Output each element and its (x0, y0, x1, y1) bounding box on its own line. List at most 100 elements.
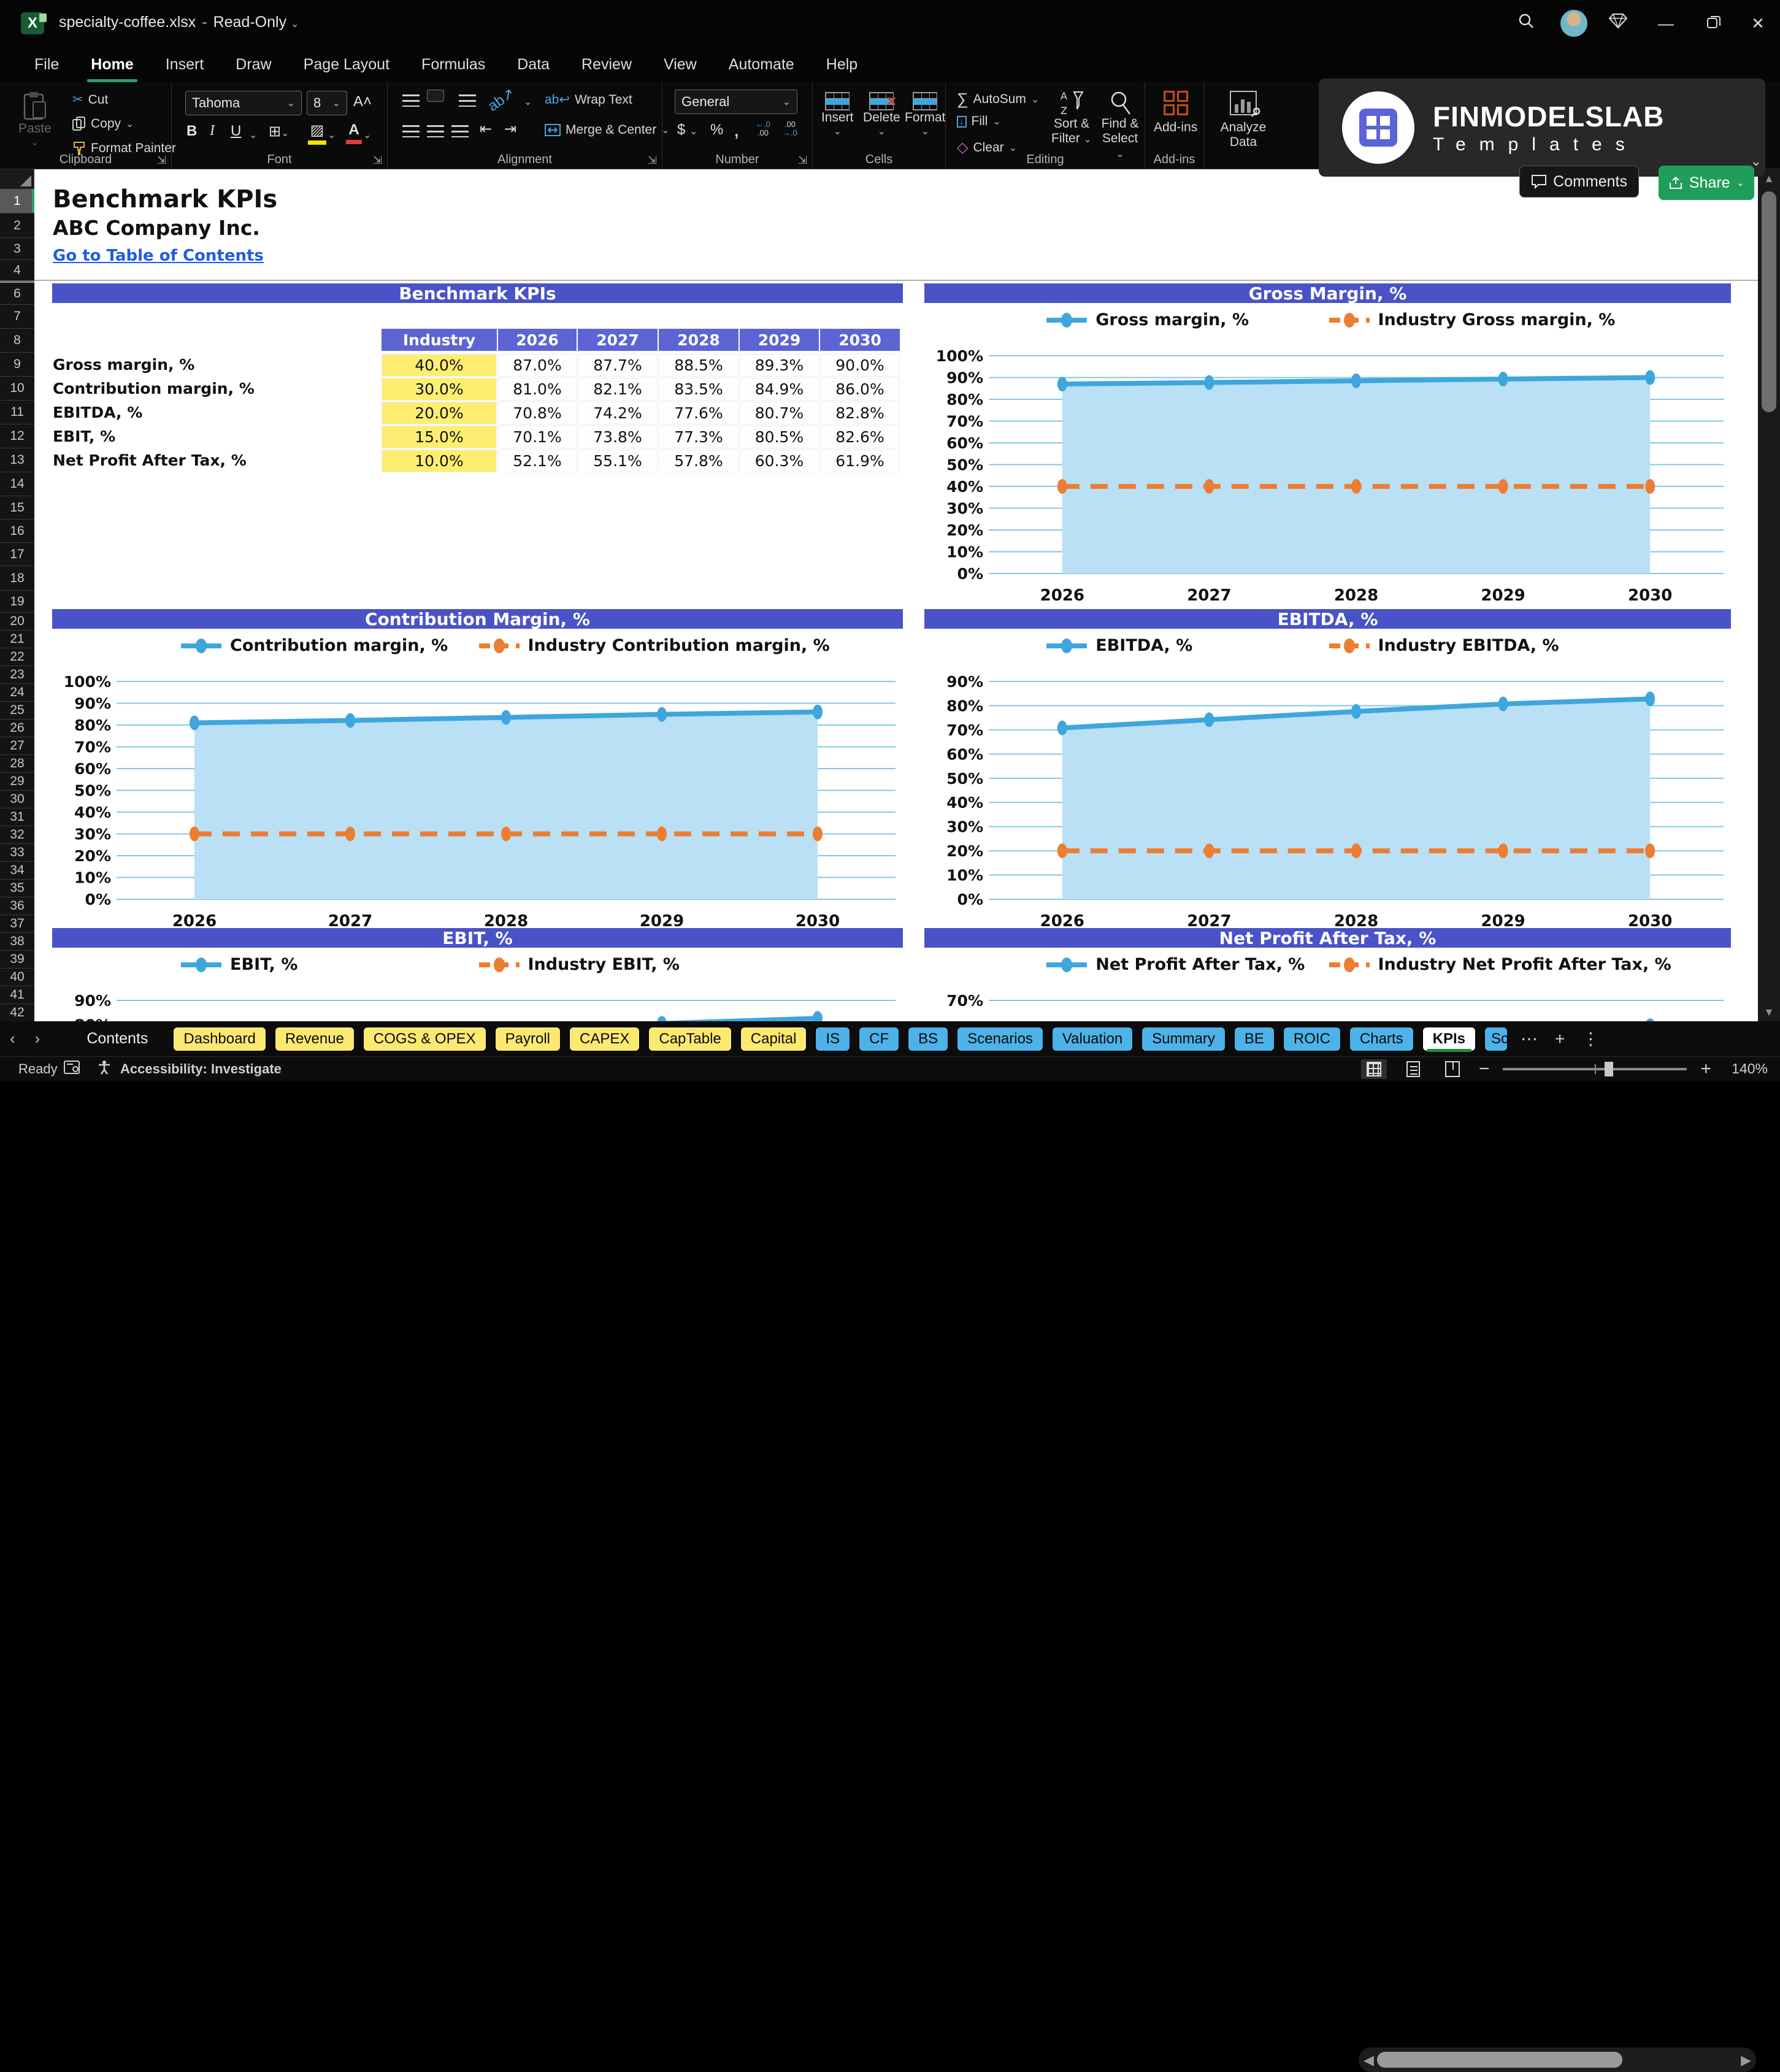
year-value-cell[interactable]: 70.8% (497, 401, 577, 424)
row-header-14[interactable]: 14 (0, 472, 34, 496)
sheet-tab-bs[interactable]: BS (907, 1026, 949, 1052)
currency-format-button[interactable]: $ ⌄ (677, 121, 697, 139)
row-header-31[interactable]: 31 (0, 808, 34, 826)
row-header-12[interactable]: 12 (0, 424, 34, 448)
year-value-cell[interactable]: 60.3% (738, 448, 819, 472)
increase-font-icon[interactable]: A˄ (353, 93, 372, 110)
year-value-cell[interactable]: 90.0% (819, 353, 900, 377)
menu-tab-page-layout[interactable]: Page Layout (290, 50, 403, 80)
year-value-cell[interactable]: 73.8% (577, 424, 658, 448)
year-value-cell[interactable]: 52.1% (497, 448, 577, 472)
cut-button[interactable]: ✂ Cut (72, 92, 108, 107)
comma-format-button[interactable]: , (734, 118, 739, 142)
row-header-36[interactable]: 36 (0, 897, 34, 915)
year-value-cell[interactable]: 82.1% (577, 377, 658, 401)
sheet-tab-contents[interactable]: Contents (50, 1030, 172, 1048)
read-only-badge[interactable]: Read-Only (213, 13, 287, 31)
row-header-15[interactable]: 15 (0, 496, 34, 520)
zoom-level[interactable]: 140% (1725, 1061, 1768, 1077)
align-right-icon[interactable] (451, 125, 469, 137)
year-value-cell[interactable]: 70.1% (497, 424, 577, 448)
align-bottom-icon[interactable] (459, 94, 476, 107)
vertical-scrollbar[interactable]: ▲ ▼ (1758, 169, 1780, 1021)
borders-icon[interactable]: ⊞⌄ (269, 123, 290, 140)
year-value-cell[interactable]: 77.3% (658, 424, 738, 448)
sheet-options-icon[interactable]: ⋮ (1573, 1029, 1608, 1049)
sheet-tab-summary[interactable]: Summary (1141, 1026, 1226, 1052)
row-header-26[interactable]: 26 (0, 719, 34, 737)
format-cells-button[interactable]: Format ⌄ (905, 92, 946, 137)
merge-center-button[interactable]: Merge & Center ⌄ (545, 123, 670, 137)
zoom-slider-thumb[interactable] (1605, 1061, 1614, 1076)
fill-button[interactable]: ↓ Fill ⌄ (957, 114, 1001, 129)
align-center-icon[interactable] (427, 125, 444, 137)
sheet-tab-kpis[interactable]: KPIs (1421, 1026, 1476, 1052)
row-header-18[interactable]: 18 (0, 566, 34, 591)
wrap-text-button[interactable]: ab↩ Wrap Text (545, 92, 632, 107)
year-value-cell[interactable]: 82.8% (819, 401, 900, 424)
find-select-button[interactable]: Find & Select ⌄ (1098, 90, 1142, 162)
year-value-cell[interactable]: 83.5% (658, 377, 738, 401)
row-header-3[interactable]: 3 (0, 238, 34, 260)
sheet-tab-roic[interactable]: ROIC (1282, 1026, 1341, 1052)
sheet-tab-capex[interactable]: CAPEX (568, 1026, 641, 1052)
row-header-8[interactable]: 8 (0, 329, 34, 353)
close-button[interactable]: ✕ (1742, 7, 1774, 39)
hscroll-left-icon[interactable]: ◀ (1364, 2052, 1374, 2068)
share-button[interactable]: Share ⌄ (1658, 166, 1754, 200)
year-value-cell[interactable]: 80.5% (738, 424, 819, 448)
horizontal-scrollbar[interactable]: ◀ ▶ (1359, 2047, 1756, 2072)
zoom-in-button[interactable]: + (1700, 1059, 1711, 1080)
sheet-tab-valuation[interactable]: Valuation (1051, 1026, 1134, 1052)
display-settings-icon[interactable] (64, 1060, 80, 1078)
year-value-cell[interactable]: 55.1% (577, 448, 658, 472)
sheet-tab-dashboard[interactable]: Dashboard (172, 1026, 267, 1052)
search-icon[interactable] (1510, 7, 1542, 39)
decrease-indent-icon[interactable]: ⇤ (480, 120, 492, 138)
page-layout-view-button[interactable] (1400, 1059, 1426, 1079)
sheet-tab-is[interactable]: IS (815, 1026, 851, 1052)
font-size-select[interactable]: 8 ⌄ (307, 91, 347, 115)
worksheet[interactable]: Benchmark KPIs ABC Company Inc. Go to Ta… (34, 169, 1758, 1021)
industry-value-cell[interactable]: 15.0% (380, 424, 497, 448)
row-header-11[interactable]: 11 (0, 401, 34, 424)
row-header-20[interactable]: 20 (0, 613, 34, 631)
restore-button[interactable] (1698, 7, 1730, 39)
underline-button[interactable]: U (231, 123, 241, 140)
font-family-select[interactable]: Tahoma ⌄ (185, 91, 302, 115)
hscroll-right-icon[interactable]: ▶ (1741, 2052, 1751, 2068)
menu-tab-home[interactable]: Home (77, 50, 147, 82)
number-dialog-launcher[interactable]: ⇲ (798, 154, 807, 167)
vertical-scroll-thumb[interactable] (1762, 191, 1776, 412)
row-header-19[interactable]: 19 (0, 591, 34, 613)
align-left-icon[interactable] (402, 125, 420, 137)
year-value-cell[interactable]: 84.9% (738, 377, 819, 401)
year-value-cell[interactable]: 81.0% (497, 377, 577, 401)
font-dialog-launcher[interactable]: ⇲ (373, 154, 382, 167)
year-value-cell[interactable]: 80.7% (738, 401, 819, 424)
percent-format-button[interactable]: % (710, 121, 723, 139)
copy-button[interactable]: Copy ⌄ (72, 117, 134, 131)
increase-indent-icon[interactable]: ⇥ (504, 120, 516, 138)
row-header-38[interactable]: 38 (0, 933, 34, 951)
row-header-22[interactable]: 22 (0, 648, 34, 666)
row-header-9[interactable]: 9 (0, 353, 34, 377)
year-value-cell[interactable]: 86.0% (819, 377, 900, 401)
sheet-tab-scenarios[interactable]: Scenarios (956, 1026, 1044, 1052)
chevron-down-icon[interactable]: ⌄ (291, 19, 299, 29)
row-header-33[interactable]: 33 (0, 844, 34, 862)
year-value-cell[interactable]: 89.3% (738, 353, 819, 377)
industry-value-cell[interactable]: 40.0% (380, 353, 497, 377)
delete-cells-button[interactable]: Delete⌄ (863, 92, 900, 137)
sheet-tab-capital[interactable]: Capital (739, 1026, 808, 1052)
sheet-tab-cogs-opex[interactable]: COGS & OPEX (362, 1026, 487, 1052)
tabs-scroll-right-icon[interactable]: › (25, 1029, 50, 1048)
zoom-slider[interactable] (1503, 1061, 1687, 1076)
insert-cells-button[interactable]: Insert ⌄ (821, 92, 854, 137)
increase-decimal-button[interactable]: ←.0.00 (756, 120, 770, 137)
menu-tab-automate[interactable]: Automate (715, 50, 808, 80)
row-header-21[interactable]: 21 (0, 631, 34, 648)
row-header-17[interactable]: 17 (0, 543, 34, 566)
align-top-icon[interactable] (402, 94, 420, 107)
select-all-corner[interactable] (0, 169, 34, 189)
